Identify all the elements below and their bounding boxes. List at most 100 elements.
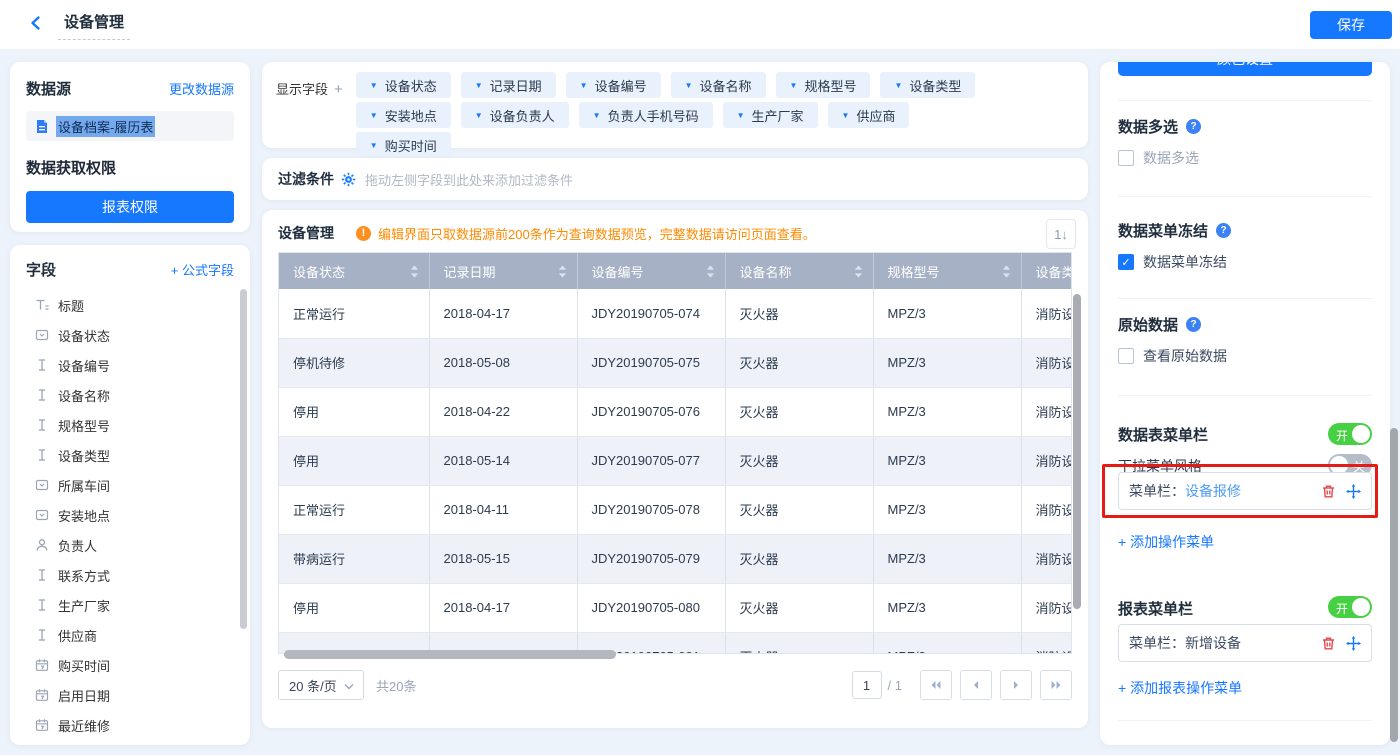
change-datasource-link[interactable]: 更改数据源 (169, 79, 234, 98)
table-row[interactable]: 正常运行2018-04-17JDY20190705-074灭火器MPZ/3消防设… (279, 289, 1071, 339)
display-field-chip[interactable]: ▼ 安装地点 (355, 102, 451, 128)
table-horizontal-scrollbar[interactable] (284, 650, 616, 659)
display-field-chip[interactable]: ▼ 设备类型 (880, 72, 976, 98)
table-cell: JDY20190705-078 (577, 485, 726, 535)
column-header[interactable]: 记录日期 (429, 253, 578, 289)
move-icon[interactable] (1346, 483, 1361, 499)
table-menu-item[interactable]: 菜单栏： 设备报修 (1118, 472, 1372, 510)
display-field-chip[interactable]: ▼ 供应商 (827, 102, 910, 128)
page-size-select[interactable]: 20 条/页 (278, 670, 364, 700)
field-list-item[interactable]: 设备编号 (26, 350, 234, 380)
display-field-chip[interactable]: ▼ 记录日期 (460, 72, 556, 98)
field-list-item[interactable]: 启用日期 (26, 680, 234, 710)
delete-icon[interactable] (1321, 636, 1336, 651)
save-button[interactable]: 保存 (1310, 11, 1392, 39)
field-list-item[interactable]: 规格型号 (26, 410, 234, 440)
table-cell: 停用 (279, 436, 430, 486)
column-header[interactable]: 规格型号 (873, 253, 1022, 289)
table-cell: JDY20190705-075 (577, 338, 726, 388)
sort-updown-icon[interactable] (558, 265, 567, 281)
help-icon[interactable]: ? (1186, 119, 1202, 134)
table-row[interactable]: 停机待修2018-05-08JDY20190705-075灭火器MPZ/3消防设… (279, 338, 1071, 388)
field-list-item[interactable]: 设备名称 (26, 380, 234, 410)
checkbox-unchecked-icon[interactable] (1118, 150, 1134, 166)
menu-item-prefix: 菜单栏： (1129, 483, 1185, 499)
field-list-item[interactable]: 设备类型 (26, 440, 234, 470)
report-menu-item[interactable]: 菜单栏： 新增设备 (1118, 624, 1372, 662)
triangle-down-icon: ▼ (369, 110, 378, 120)
sort-updown-icon[interactable] (410, 265, 419, 281)
sort-updown-icon[interactable] (1002, 265, 1011, 281)
display-field-chip[interactable]: ▼ 购买时间 (355, 132, 451, 158)
table-row[interactable]: 停用2018-04-22JDY20190705-076灭火器MPZ/3消防设备 (279, 387, 1071, 437)
report-menu-toggle[interactable]: 开 (1328, 596, 1372, 618)
sort-order-button[interactable]: 1↓ (1046, 219, 1076, 249)
next-page-button[interactable] (1000, 670, 1032, 700)
checkbox-checked-icon[interactable]: ✓ (1118, 254, 1134, 270)
add-display-field-button[interactable]: + (334, 81, 343, 98)
panel-scrollbar[interactable] (1390, 428, 1398, 742)
table-row[interactable]: 停用2018-04-17JDY20190705-080灭火器MPZ/3消防设备 (279, 583, 1071, 633)
field-list-item[interactable]: 最近维修 (26, 710, 234, 740)
field-list-item[interactable]: 联系方式 (26, 560, 234, 590)
field-list-item[interactable]: 标题 (26, 290, 234, 320)
first-page-button[interactable] (920, 670, 952, 700)
table-viewport: 设备状态记录日期设备编号设备名称规格型号设备类型 正常运行2018-04-17J… (278, 252, 1072, 654)
color-settings-button[interactable]: 颜色设置 (1118, 62, 1372, 76)
multi-select-checkbox-row[interactable]: 数据多选 (1118, 148, 1199, 168)
column-header[interactable]: 设备状态 (279, 253, 430, 289)
previous-page-button[interactable] (960, 670, 992, 700)
page-number-input[interactable] (851, 671, 882, 699)
display-field-chip[interactable]: ▼ 负责人手机号码 (578, 102, 713, 128)
field-list-item[interactable]: 供应商 (26, 620, 234, 650)
filter-placeholder: 拖动左侧字段到此处来添加过滤条件 (365, 172, 574, 188)
move-icon[interactable] (1346, 635, 1361, 651)
display-field-chip[interactable]: ▼ 设备编号 (565, 72, 661, 98)
display-field-chip[interactable]: ▼ 设备负责人 (460, 102, 569, 128)
multi-select-checkbox-label: 数据多选 (1143, 150, 1199, 166)
display-field-chip[interactable]: ▼ 生产厂家 (722, 102, 818, 128)
table-cell: 停机待修 (279, 338, 430, 388)
text-field-icon (35, 388, 49, 402)
back-button[interactable] (28, 15, 44, 34)
field-list-item[interactable]: 负责人 (26, 530, 234, 560)
add-report-action-menu-link[interactable]: + 添加报表操作菜单 (1118, 678, 1242, 698)
field-list-item[interactable]: 所属车间 (26, 470, 234, 500)
datasource-item[interactable]: 设备档案-履历表 (26, 111, 234, 141)
display-field-chip[interactable]: ▼ 设备名称 (670, 72, 766, 98)
report-permission-button[interactable]: 报表权限 (26, 191, 234, 223)
fields-scrollbar[interactable] (240, 289, 247, 629)
table-row[interactable]: 带病运行2018-05-15JDY20190705-079灭火器MPZ/3消防设… (279, 534, 1071, 584)
field-list-item[interactable]: 生产厂家 (26, 590, 234, 620)
help-icon[interactable]: ? (1186, 317, 1202, 332)
field-list-item[interactable]: 设备状态 (26, 320, 234, 350)
add-action-menu-link[interactable]: + 添加操作菜单 (1118, 532, 1214, 552)
table-menu-toggle[interactable]: 开 (1328, 423, 1372, 445)
field-list-item[interactable]: 安装地点 (26, 500, 234, 530)
table-row[interactable]: 停用2018-05-14JDY20190705-077灭火器MPZ/3消防设备 (279, 436, 1071, 486)
warning-icon: ! (356, 225, 371, 241)
sort-updown-icon[interactable] (706, 265, 715, 281)
delete-icon[interactable] (1321, 484, 1336, 499)
table-vertical-scrollbar[interactable] (1073, 294, 1081, 609)
display-field-chip[interactable]: ▼ 设备状态 (355, 72, 451, 98)
table-cell: 灭火器 (725, 632, 874, 653)
gear-icon[interactable] (341, 172, 356, 187)
display-field-chip[interactable]: ▼ 规格型号 (775, 72, 871, 98)
checkbox-unchecked-icon[interactable] (1118, 348, 1134, 364)
table-cell: 灭火器 (725, 485, 874, 535)
column-header[interactable]: 设备类型 (1021, 253, 1071, 289)
add-formula-field-link[interactable]: + 公式字段 (171, 260, 234, 279)
help-icon[interactable]: ? (1216, 223, 1232, 238)
menu-item-name: 新增设备 (1185, 635, 1241, 651)
last-page-button[interactable] (1040, 670, 1072, 700)
chip-label: 设备状态 (384, 78, 437, 94)
raw-data-checkbox-row[interactable]: 查看原始数据 (1118, 346, 1227, 366)
field-list-item[interactable]: 购买时间 (26, 650, 234, 680)
column-header[interactable]: 设备编号 (577, 253, 726, 289)
sort-updown-icon[interactable] (854, 265, 863, 281)
menu-freeze-checkbox-row[interactable]: ✓ 数据菜单冻结 (1118, 252, 1227, 272)
field-label: 购买时间 (58, 658, 111, 674)
table-row[interactable]: 正常运行2018-04-11JDY20190705-078灭火器MPZ/3消防设… (279, 485, 1071, 535)
column-header[interactable]: 设备名称 (725, 253, 874, 289)
